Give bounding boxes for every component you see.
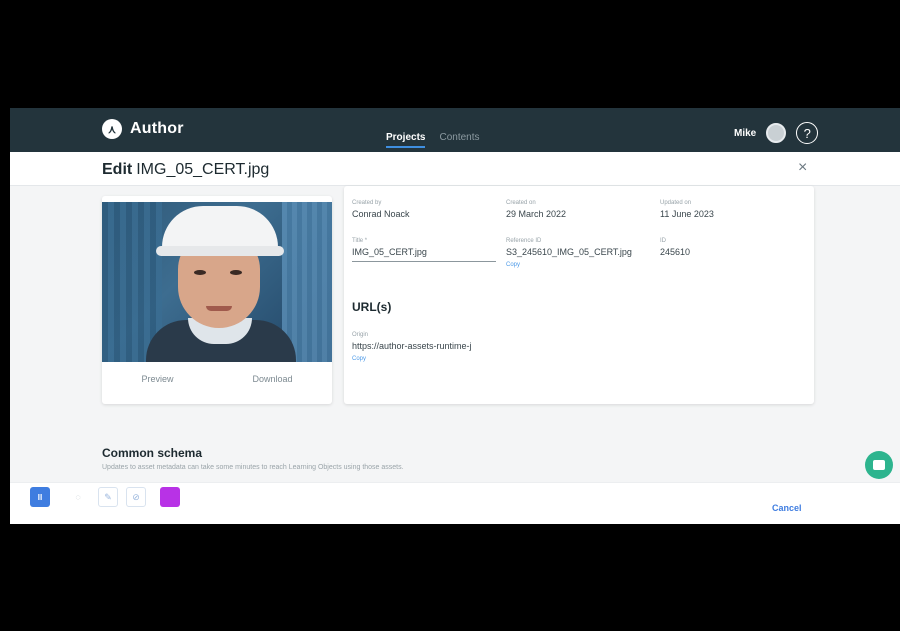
right-edge-border: [900, 0, 910, 631]
title-label: Title *: [352, 238, 368, 244]
updated-on-field: Updated on 11 June 2023: [660, 200, 714, 219]
cancel-button[interactable]: Cancel: [772, 503, 802, 513]
hard-hat-brim: [156, 246, 284, 256]
created-on-value: 29 March 2022: [506, 209, 567, 219]
app-screen: ⋏ Author Projects Contents Mike ? Edit IM…: [10, 108, 902, 524]
help-icon[interactable]: ?: [796, 122, 819, 144]
chat-button[interactable]: [865, 451, 893, 479]
asset-image: [102, 202, 332, 362]
id-value: 245610: [660, 247, 691, 257]
main-nav: Projects Contents: [386, 132, 480, 148]
created-by-value: Conrad Noack: [352, 209, 410, 219]
file-name: IMG_05_CERT.jpg: [136, 161, 270, 178]
comment-icon[interactable]: ◌: [68, 487, 88, 507]
worker-mouth: [206, 306, 232, 311]
preview-button[interactable]: Preview: [141, 374, 173, 384]
top-navigation-bar: ⋏ Author Projects Contents Mike ?: [10, 108, 902, 152]
copy-reference-id-button[interactable]: Copy: [506, 262, 632, 268]
reference-id-field: Reference ID S3_245610_IMG_05_CERT.jpg C…: [506, 238, 632, 268]
close-icon[interactable]: ×: [798, 159, 807, 177]
modal-header: Edit IMG_05_CERT.jpg ×: [10, 152, 902, 186]
avatar[interactable]: [766, 123, 787, 143]
schema-title: Common schema: [102, 446, 203, 460]
created-on-label: Created on: [506, 200, 536, 206]
page-title: Edit IMG_05_CERT.jpg: [102, 161, 269, 179]
video-frame: ⋏ Author Projects Contents Mike ? Edit IM…: [10, 0, 902, 631]
url-heading: URL(s): [352, 300, 392, 314]
created-on-field: Created on 29 March 2022: [506, 200, 566, 219]
created-by-field: Created by Conrad Noack: [352, 200, 410, 219]
origin-field: Origin https://author-assets-runtime-j C…: [352, 332, 472, 362]
id-label: ID: [660, 238, 666, 244]
app-name: Author: [130, 120, 184, 137]
title-field: Title * IMG_05_CERT.jpg: [352, 238, 496, 262]
user-name[interactable]: Mike: [734, 128, 756, 139]
tab-projects[interactable]: Projects: [386, 132, 426, 148]
color-swatch[interactable]: [160, 487, 180, 507]
common-schema-section: Common schema Updates to asset metadata …: [102, 446, 404, 471]
details-card: Created by Conrad Noack Created on 29 Ma…: [344, 186, 814, 404]
title-input[interactable]: IMG_05_CERT.jpg: [352, 247, 496, 262]
updated-on-label: Updated on: [660, 200, 692, 206]
download-button[interactable]: Download: [252, 374, 292, 384]
copy-origin-button[interactable]: Copy: [352, 356, 472, 362]
user-menu: Mike ?: [734, 122, 819, 144]
bottom-toolbar: II ◌ ✎ ⊘ Cancel: [10, 482, 902, 524]
chat-icon: [873, 460, 885, 470]
id-field: ID 245610: [660, 238, 690, 257]
created-by-label: Created by: [352, 200, 382, 206]
origin-url: https://author-assets-runtime-j: [352, 341, 472, 351]
pen-icon[interactable]: ✎: [98, 487, 118, 507]
reference-id-label: Reference ID: [506, 238, 542, 244]
app-logo[interactable]: ⋏ Author: [102, 119, 184, 139]
origin-label: Origin: [352, 332, 369, 338]
link-icon[interactable]: ⊘: [126, 487, 146, 507]
updated-on-value: 11 June 2023: [660, 209, 714, 219]
tab-contents[interactable]: Contents: [439, 132, 479, 148]
image-card: Preview Download: [102, 196, 332, 404]
edit-label: Edit: [102, 161, 133, 178]
author-logo-icon: ⋏: [102, 119, 122, 139]
schema-description: Updates to asset metadata can take some …: [102, 464, 404, 471]
worker-eye-right: [230, 270, 242, 275]
pause-button[interactable]: II: [30, 487, 50, 507]
reference-id-value: S3_245610_IMG_05_CERT.jpg: [506, 247, 632, 257]
image-actions: Preview Download: [102, 374, 332, 384]
worker-eye-left: [194, 270, 206, 275]
